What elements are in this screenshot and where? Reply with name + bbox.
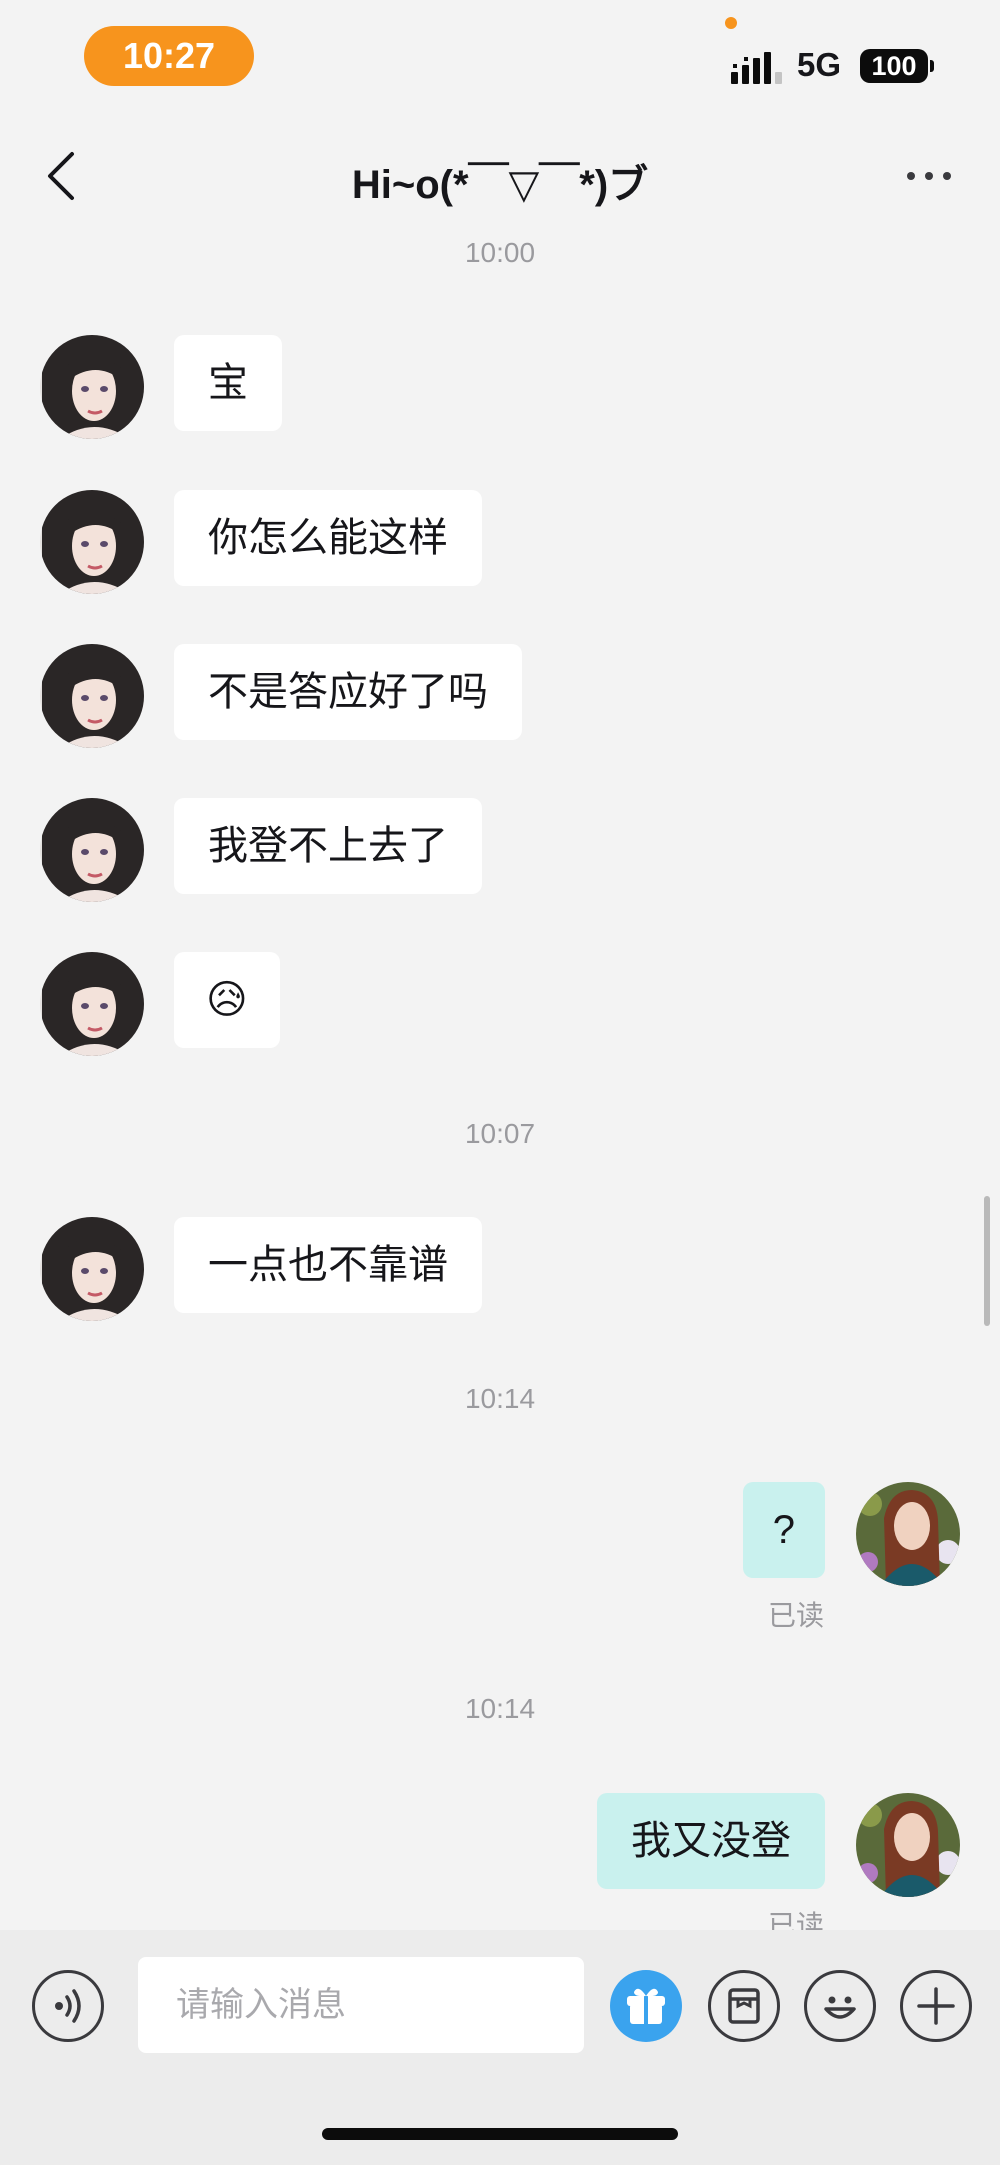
timestamp: 10:14 xyxy=(464,1693,536,1724)
network-type: 5G xyxy=(797,46,842,83)
back-chevron-icon[interactable] xyxy=(40,150,90,202)
signal-icon xyxy=(731,52,782,84)
status-time: 10:27 xyxy=(84,26,254,86)
incoming-message[interactable]: 一点也不靠谱 xyxy=(174,1217,482,1313)
incoming-message[interactable]: 不是答应好了吗 xyxy=(174,644,522,740)
gift-icon xyxy=(627,1988,665,2024)
battery-nub xyxy=(930,60,934,72)
contact-avatar[interactable] xyxy=(40,952,144,1056)
privacy-indicator-dot xyxy=(725,17,737,29)
contact-avatar[interactable] xyxy=(40,644,144,748)
contact-avatar[interactable] xyxy=(40,798,144,902)
chat-title: Hi~o(*￣▽￣*)ブ xyxy=(351,163,649,207)
incoming-emoji-message[interactable]: 😥 xyxy=(174,952,280,1048)
incoming-message[interactable]: 我登不上去了 xyxy=(174,798,482,894)
outgoing-message[interactable]: 我又没登 xyxy=(597,1793,825,1889)
timestamp: 10:07 xyxy=(464,1118,536,1149)
sticker-button[interactable] xyxy=(708,1970,780,2042)
incoming-message[interactable]: 宝 xyxy=(174,335,282,431)
timestamp: 10:14 xyxy=(464,1383,536,1414)
emoji-icon xyxy=(824,1996,856,2019)
outgoing-message[interactable]: ? xyxy=(742,1482,825,1578)
battery-icon: 100 xyxy=(860,49,928,83)
plus-icon xyxy=(917,1987,955,2025)
my-avatar[interactable] xyxy=(856,1482,960,1586)
contact-avatar[interactable] xyxy=(40,1217,144,1321)
message-input[interactable] xyxy=(138,1957,584,2053)
read-receipt: 已读 xyxy=(767,1600,824,1631)
plus-button[interactable] xyxy=(900,1970,972,2042)
timestamp: 10:00 xyxy=(464,237,536,268)
gift-button[interactable] xyxy=(610,1970,682,2042)
incoming-message[interactable]: 你怎么能这样 xyxy=(174,490,482,586)
sticker-icon xyxy=(728,1988,760,2024)
more-icon[interactable] xyxy=(905,166,953,186)
nav-bar: Hi~o(*￣▽￣*)ブ xyxy=(0,130,1000,220)
emoji-button[interactable] xyxy=(804,1970,876,2042)
contact-avatar[interactable] xyxy=(40,335,144,439)
scrollbar[interactable] xyxy=(984,1196,990,1326)
home-indicator[interactable] xyxy=(322,2128,678,2140)
status-bar: 10:27 5G 100 xyxy=(0,0,1000,110)
my-avatar[interactable] xyxy=(856,1793,960,1897)
contact-avatar[interactable] xyxy=(40,490,144,594)
voice-icon xyxy=(55,1989,81,2023)
voice-button[interactable] xyxy=(32,1970,104,2042)
